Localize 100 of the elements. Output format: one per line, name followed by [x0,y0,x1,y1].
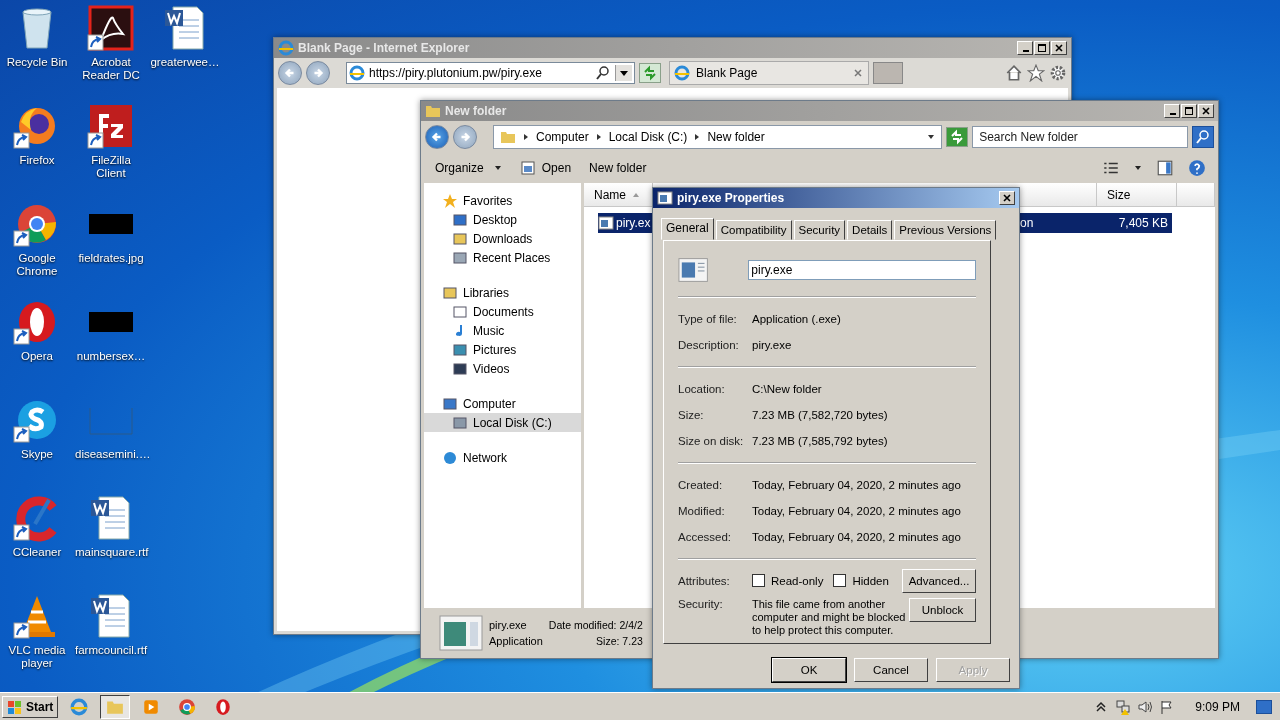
desktop-icon-label[interactable]: FileZilla Client [75,154,147,180]
folder-icon [500,129,516,145]
desktop-icon-label[interactable]: Acrobat Reader DC [75,56,147,82]
dialog-tab[interactable]: Compatibility [715,220,792,240]
navigation-item[interactable]: Network [424,448,581,467]
close-button[interactable] [999,191,1015,205]
navigation-item[interactable]: Documents [424,302,581,321]
back-arrow-icon [430,130,444,144]
help-icon[interactable] [1188,159,1206,177]
file-name-cell: piry.ex [616,216,651,230]
dialog-tab[interactable]: Previous Versions [894,220,997,240]
property-label: Description: [678,338,740,351]
advanced-button[interactable]: Advanced... [902,568,976,593]
property-value: C:\New folder [752,382,822,395]
desktop-icon-label[interactable]: mainsquare.rtf [75,546,147,559]
desktop-icon-label[interactable]: Recycle Bin [1,56,73,69]
new-folder-button[interactable]: New folder [587,159,649,177]
address-field[interactable]: https://piry.plutonium.pw/piry.exe [346,62,635,84]
date-modified-text: Date modified: 2/4/2 [548,619,643,631]
preview-pane-icon[interactable] [1156,159,1174,177]
star-icon[interactable] [1027,64,1045,82]
window-title: New folder [445,104,507,118]
forward-button[interactable] [306,61,330,85]
dropdown-icon[interactable] [927,133,936,141]
desktop-icon-label[interactable]: Opera [1,350,73,363]
desktop-icon-label[interactable]: greaterwee… [149,56,221,69]
desktop-icon-label[interactable]: CCleaner [1,546,73,559]
search-icon[interactable] [595,65,611,81]
chevron-icon[interactable] [594,133,603,141]
desktop-icon-label[interactable]: fieldrates.jpg [75,252,147,265]
browser-tab[interactable]: Blank Page [669,61,869,85]
navigation-item[interactable]: Desktop [424,210,581,229]
forward-button[interactable] [453,125,477,149]
maximize-icon [1183,106,1195,116]
file-name-text: piry.exe [489,619,528,631]
navigation-item[interactable]: Recent Places [424,248,581,267]
open-button[interactable]: Open [517,158,574,178]
checkbox[interactable] [752,574,765,588]
navigation-item[interactable]: Videos [424,359,581,378]
settings-icon[interactable] [1049,64,1067,82]
dialog-button[interactable]: Cancel [854,658,928,682]
dialog-tab[interactable]: Security [793,220,846,240]
navigation-item[interactable]: Favorites [424,191,581,210]
speaker-icon[interactable] [1137,698,1154,715]
back-button[interactable] [425,125,449,149]
dialog-button[interactable]: OK [772,658,846,682]
file-name-field[interactable]: piry.exe [748,260,976,281]
property-label: Accessed: [678,530,733,543]
taskbar-button[interactable] [100,694,131,719]
desktop-icon-label[interactable]: VLC media player [1,644,73,670]
desktop-icon-label[interactable]: diseasemini.… [75,448,147,461]
breadcrumb-item[interactable]: New folder [707,130,765,144]
navigation-item[interactable]: Pictures [424,340,581,359]
pdf-icon[interactable] [87,4,135,52]
checkbox-label[interactable]: Hidden [852,574,889,587]
dropdown-icon[interactable] [615,65,632,81]
search-field[interactable]: Search New folder [972,126,1188,148]
checkbox[interactable] [833,574,847,588]
caret-icon[interactable] [1134,164,1142,172]
chevron-icon[interactable] [522,133,530,141]
filezilla-icon[interactable] [87,102,135,150]
column-header[interactable]: Size [1097,183,1177,207]
navigation-item[interactable]: Music [424,321,581,340]
property-value: Today, February 04, 2020, 2 minutes ago [752,530,961,543]
file-size-cell-text: 7,405 KB [1117,216,1169,230]
folder-icon [425,103,441,119]
opera-icon [214,697,233,716]
desktop-icon-label[interactable]: farmcouncil.rtf [75,644,147,657]
breadcrumb-item[interactable]: Local Disk (C:) [608,130,688,144]
home-icon[interactable] [1005,64,1023,82]
refresh-button[interactable] [946,127,969,147]
navigation-item[interactable]: Downloads [424,229,581,248]
desktop-icon-label[interactable]: Google Chrome [1,252,73,278]
clock[interactable]: 9:09 PM [1195,699,1240,714]
close-icon[interactable] [852,67,864,79]
search-button[interactable] [1192,126,1214,148]
breadcrumb-item[interactable]: Computer [536,130,589,144]
breadcrumb-bar[interactable]: Computer Local Disk (C:) New folder [493,125,943,149]
unblock-button[interactable]: Unblock [909,597,976,622]
organize-menu-button[interactable]: Organize [433,159,504,177]
start-button[interactable]: Start [2,695,59,718]
desktop-icon-label[interactable]: numbersex… [75,350,147,363]
property-value: piry.exe [752,338,792,351]
navigation-item[interactable]: Libraries [424,283,581,302]
desktop-icon-label[interactable]: Skype [1,448,73,461]
desktop-icon-label[interactable]: Firefox [1,154,73,167]
navigation-item[interactable]: Local Disk (C:) [424,413,581,432]
show-desktop-button[interactable] [1256,699,1272,714]
search-icon [1195,129,1211,145]
application-icon [598,215,614,231]
dialog-tab[interactable]: General [661,218,714,240]
back-button[interactable] [278,61,302,85]
play-icon [142,697,161,716]
network-icon[interactable] [1115,698,1132,715]
dialog-tab[interactable]: Details [847,220,893,240]
minimize-icon [1023,50,1029,52]
property-label: Created: [678,478,724,491]
checkbox-label[interactable]: Read-only [771,574,824,587]
refresh-button[interactable] [639,63,661,83]
navigation-item[interactable]: Computer [424,394,581,413]
